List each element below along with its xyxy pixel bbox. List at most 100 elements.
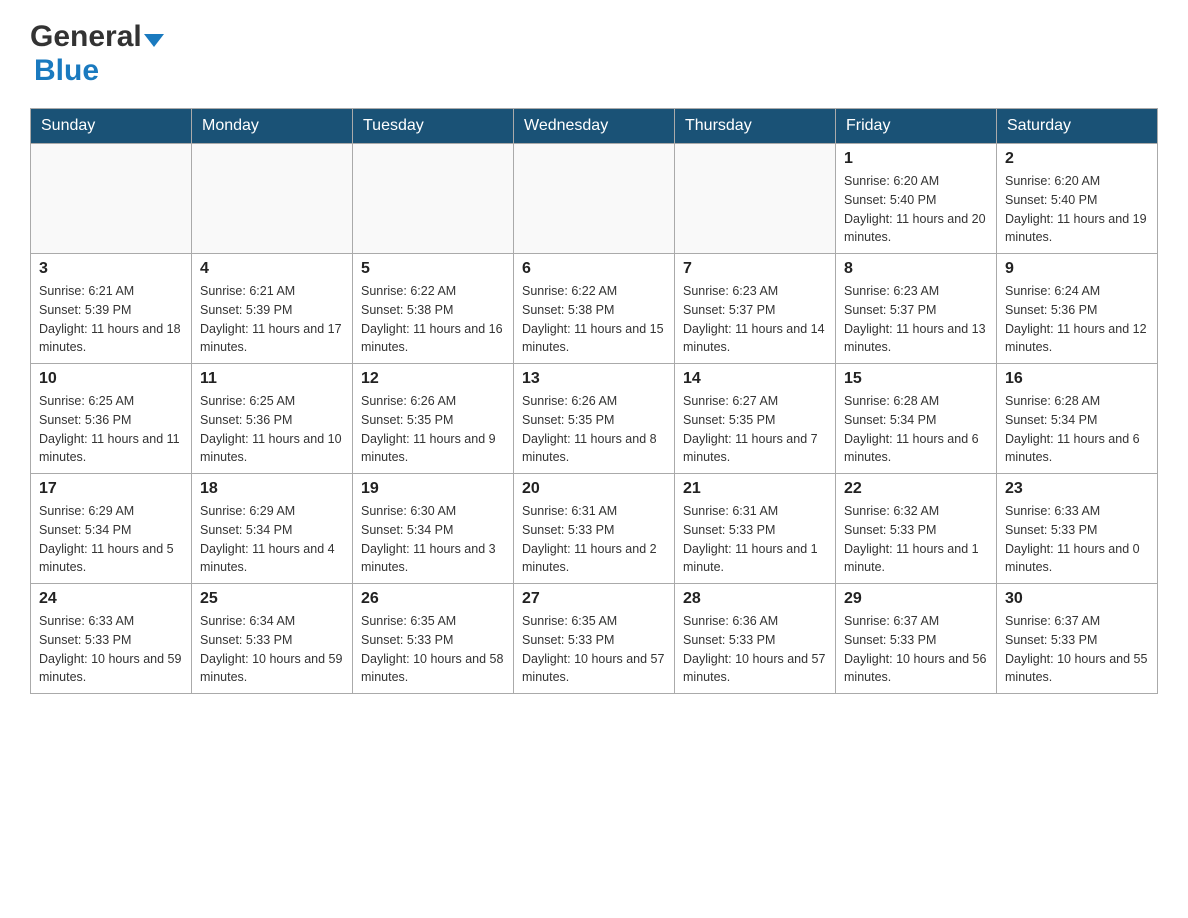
day-number: 6 (522, 260, 666, 278)
calendar-day-cell: 8 Sunrise: 6:23 AMSunset: 5:37 PMDaylight… (836, 254, 997, 364)
calendar-week-row: 3 Sunrise: 6:21 AMSunset: 5:39 PMDaylight… (31, 254, 1158, 364)
day-number: 25 (200, 590, 344, 608)
day-info: Sunrise: 6:29 AMSunset: 5:34 PMDaylight:… (39, 502, 183, 577)
day-number: 8 (844, 260, 988, 278)
calendar-day-cell: 7 Sunrise: 6:23 AMSunset: 5:37 PMDaylight… (675, 254, 836, 364)
calendar-day-cell: 23 Sunrise: 6:33 AMSunset: 5:33 PMDayligh… (997, 474, 1158, 584)
day-info: Sunrise: 6:35 AMSunset: 5:33 PMDaylight:… (522, 612, 666, 687)
day-info: Sunrise: 6:29 AMSunset: 5:34 PMDaylight:… (200, 502, 344, 577)
calendar-day-cell: 11Sunrise: 6:25 AMSunset: 5:36 PMDayligh… (192, 364, 353, 474)
calendar-day-cell: 6Sunrise: 6:22 AMSunset: 5:38 PMDaylight… (514, 254, 675, 364)
calendar-day-cell: 15 Sunrise: 6:28 AMSunset: 5:34 PMDayligh… (836, 364, 997, 474)
day-info: Sunrise: 6:28 AMSunset: 5:34 PMDaylight:… (1005, 392, 1149, 467)
calendar-day-cell (192, 144, 353, 254)
calendar-week-row: 10Sunrise: 6:25 AMSunset: 5:36 PMDayligh… (31, 364, 1158, 474)
day-info: Sunrise: 6:21 AMSunset: 5:39 PMDaylight:… (200, 282, 344, 357)
day-number: 21 (683, 480, 827, 498)
day-of-week-header: Monday (192, 109, 353, 144)
calendar-day-cell: 12 Sunrise: 6:26 AMSunset: 5:35 PMDayligh… (353, 364, 514, 474)
day-info: Sunrise: 6:26 AMSunset: 5:35 PMDaylight:… (522, 392, 666, 467)
logo: General Blue (30, 20, 164, 88)
day-number: 13 (522, 370, 666, 388)
calendar-day-cell: 22 Sunrise: 6:32 AMSunset: 5:33 PMDayligh… (836, 474, 997, 584)
day-info: Sunrise: 6:30 AMSunset: 5:34 PMDaylight:… (361, 502, 505, 577)
day-number: 3 (39, 260, 183, 278)
calendar-day-cell: 21 Sunrise: 6:31 AMSunset: 5:33 PMDayligh… (675, 474, 836, 584)
calendar-day-cell: 19 Sunrise: 6:30 AMSunset: 5:34 PMDayligh… (353, 474, 514, 584)
day-info: Sunrise: 6:23 AMSunset: 5:37 PMDaylight:… (844, 282, 988, 357)
calendar-week-row: 24 Sunrise: 6:33 AMSunset: 5:33 PMDayligh… (31, 584, 1158, 694)
logo-triangle-icon (144, 34, 164, 47)
day-info: Sunrise: 6:23 AMSunset: 5:37 PMDaylight:… (683, 282, 827, 357)
day-number: 2 (1005, 150, 1149, 168)
day-number: 5 (361, 260, 505, 278)
day-number: 11 (200, 370, 344, 388)
day-info: Sunrise: 6:20 AMSunset: 5:40 PMDaylight:… (844, 172, 988, 247)
calendar-day-cell: 29 Sunrise: 6:37 AMSunset: 5:33 PMDayligh… (836, 584, 997, 694)
calendar-day-cell: 17 Sunrise: 6:29 AMSunset: 5:34 PMDayligh… (31, 474, 192, 584)
calendar-day-cell: 10Sunrise: 6:25 AMSunset: 5:36 PMDayligh… (31, 364, 192, 474)
day-number: 26 (361, 590, 505, 608)
day-info: Sunrise: 6:34 AMSunset: 5:33 PMDaylight:… (200, 612, 344, 687)
calendar-day-cell: 26 Sunrise: 6:35 AMSunset: 5:33 PMDayligh… (353, 584, 514, 694)
day-number: 20 (522, 480, 666, 498)
day-of-week-header: Thursday (675, 109, 836, 144)
day-info: Sunrise: 6:37 AMSunset: 5:33 PMDaylight:… (844, 612, 988, 687)
day-number: 29 (844, 590, 988, 608)
day-number: 7 (683, 260, 827, 278)
day-info: Sunrise: 6:24 AMSunset: 5:36 PMDaylight:… (1005, 282, 1149, 357)
day-number: 30 (1005, 590, 1149, 608)
calendar-week-row: 17 Sunrise: 6:29 AMSunset: 5:34 PMDayligh… (31, 474, 1158, 584)
day-of-week-header: Friday (836, 109, 997, 144)
day-info: Sunrise: 6:33 AMSunset: 5:33 PMDaylight:… (39, 612, 183, 687)
calendar-day-cell: 25 Sunrise: 6:34 AMSunset: 5:33 PMDayligh… (192, 584, 353, 694)
calendar-day-cell: 30 Sunrise: 6:37 AMSunset: 5:33 PMDayligh… (997, 584, 1158, 694)
day-number: 1 (844, 150, 988, 168)
calendar-day-cell: 14 Sunrise: 6:27 AMSunset: 5:35 PMDayligh… (675, 364, 836, 474)
day-number: 17 (39, 480, 183, 498)
logo-blue-text: Blue (34, 54, 99, 87)
day-info: Sunrise: 6:27 AMSunset: 5:35 PMDaylight:… (683, 392, 827, 467)
day-info: Sunrise: 6:31 AMSunset: 5:33 PMDaylight:… (683, 502, 827, 577)
calendar-day-cell: 20 Sunrise: 6:31 AMSunset: 5:33 PMDayligh… (514, 474, 675, 584)
day-number: 24 (39, 590, 183, 608)
calendar-day-cell: 13 Sunrise: 6:26 AMSunset: 5:35 PMDayligh… (514, 364, 675, 474)
day-info: Sunrise: 6:36 AMSunset: 5:33 PMDaylight:… (683, 612, 827, 687)
day-info: Sunrise: 6:37 AMSunset: 5:33 PMDaylight:… (1005, 612, 1149, 687)
day-info: Sunrise: 6:28 AMSunset: 5:34 PMDaylight:… (844, 392, 988, 467)
calendar-day-cell (31, 144, 192, 254)
day-number: 27 (522, 590, 666, 608)
page-header: General Blue (30, 20, 1158, 88)
calendar-day-cell: 18 Sunrise: 6:29 AMSunset: 5:34 PMDayligh… (192, 474, 353, 584)
day-number: 19 (361, 480, 505, 498)
day-of-week-header: Tuesday (353, 109, 514, 144)
day-number: 10 (39, 370, 183, 388)
day-number: 16 (1005, 370, 1149, 388)
day-number: 12 (361, 370, 505, 388)
day-info: Sunrise: 6:35 AMSunset: 5:33 PMDaylight:… (361, 612, 505, 687)
calendar-day-cell (675, 144, 836, 254)
day-info: Sunrise: 6:33 AMSunset: 5:33 PMDaylight:… (1005, 502, 1149, 577)
calendar-week-row: 1 Sunrise: 6:20 AMSunset: 5:40 PMDaylight… (31, 144, 1158, 254)
day-number: 4 (200, 260, 344, 278)
day-number: 9 (1005, 260, 1149, 278)
day-info: Sunrise: 6:32 AMSunset: 5:33 PMDaylight:… (844, 502, 988, 577)
calendar-day-cell: 28Sunrise: 6:36 AMSunset: 5:33 PMDayligh… (675, 584, 836, 694)
calendar-header-row: SundayMondayTuesdayWednesdayThursdayFrid… (31, 109, 1158, 144)
calendar-day-cell: 1 Sunrise: 6:20 AMSunset: 5:40 PMDaylight… (836, 144, 997, 254)
day-info: Sunrise: 6:31 AMSunset: 5:33 PMDaylight:… (522, 502, 666, 577)
day-of-week-header: Saturday (997, 109, 1158, 144)
calendar-day-cell: 4 Sunrise: 6:21 AMSunset: 5:39 PMDaylight… (192, 254, 353, 364)
day-number: 23 (1005, 480, 1149, 498)
day-number: 15 (844, 370, 988, 388)
day-number: 22 (844, 480, 988, 498)
calendar-day-cell (514, 144, 675, 254)
calendar-day-cell: 24 Sunrise: 6:33 AMSunset: 5:33 PMDayligh… (31, 584, 192, 694)
calendar-day-cell: 2Sunrise: 6:20 AMSunset: 5:40 PMDaylight… (997, 144, 1158, 254)
calendar-day-cell: 16 Sunrise: 6:28 AMSunset: 5:34 PMDayligh… (997, 364, 1158, 474)
day-info: Sunrise: 6:21 AMSunset: 5:39 PMDaylight:… (39, 282, 183, 357)
day-number: 14 (683, 370, 827, 388)
calendar-table: SundayMondayTuesdayWednesdayThursdayFrid… (30, 108, 1158, 694)
day-info: Sunrise: 6:26 AMSunset: 5:35 PMDaylight:… (361, 392, 505, 467)
day-number: 18 (200, 480, 344, 498)
